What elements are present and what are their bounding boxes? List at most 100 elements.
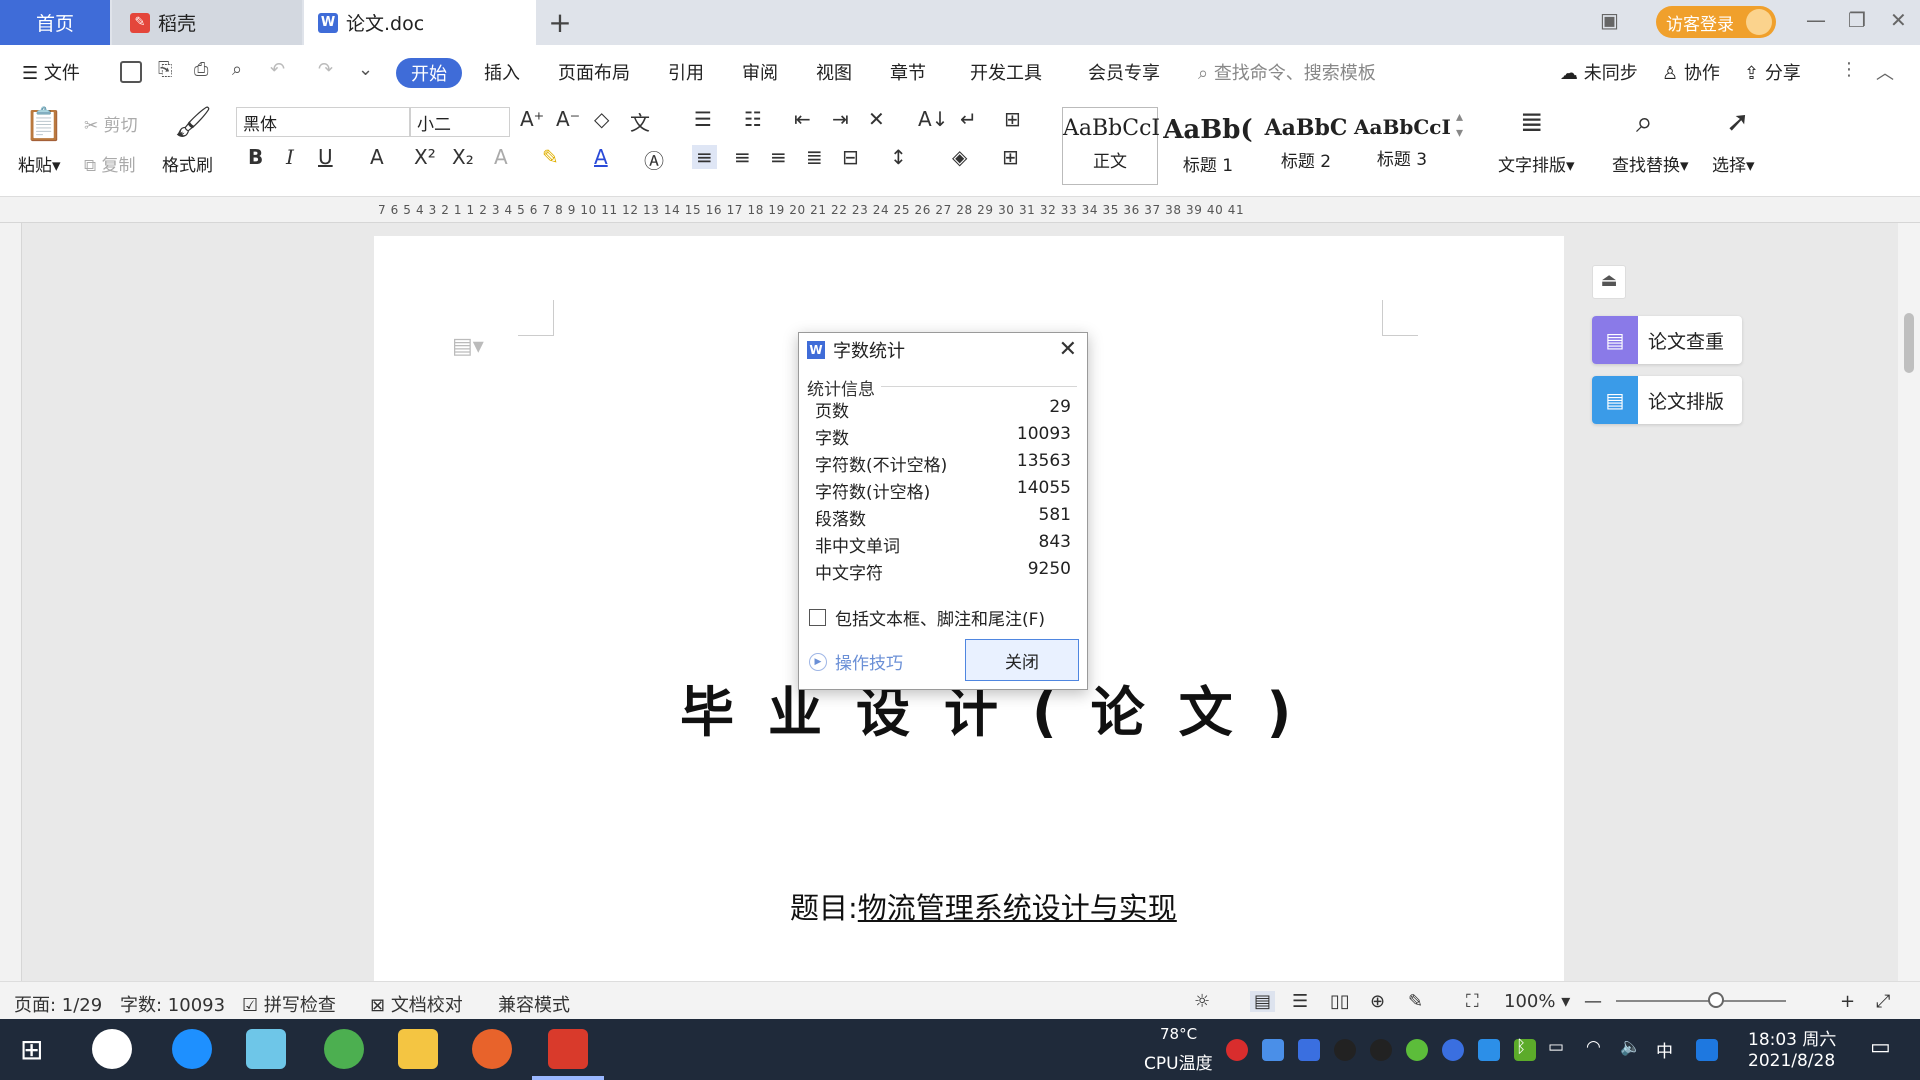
dialog-close-button[interactable]: 关闭	[965, 639, 1079, 681]
file-explorer-icon[interactable]	[398, 1029, 438, 1069]
shading-icon[interactable]: ◈	[952, 145, 967, 169]
more-icon[interactable]: ⋮	[1840, 59, 1858, 80]
tab-devtools[interactable]: 开发工具	[970, 59, 1042, 85]
font-color-icon[interactable]: A	[594, 145, 608, 169]
volume-icon[interactable]: 🔈	[1620, 1037, 1641, 1057]
tray-app-icon[interactable]	[1478, 1039, 1500, 1061]
grow-font-icon[interactable]: A⁺	[520, 107, 544, 131]
italic-icon[interactable]: I	[286, 145, 294, 169]
checkbox-box[interactable]	[809, 609, 826, 626]
align-right-icon[interactable]: ≡	[770, 145, 787, 169]
tab-daoke[interactable]: ✎ 稻壳	[112, 0, 302, 45]
border-icon[interactable]: ⊞	[1002, 145, 1019, 169]
tab-chapter[interactable]: 章节	[890, 59, 926, 85]
paste-icon[interactable]: 📋	[24, 105, 64, 143]
write-mode-icon[interactable]: ✎	[1408, 991, 1423, 1012]
qq-icon[interactable]	[1334, 1039, 1356, 1061]
strikethrough-icon[interactable]: A	[370, 145, 384, 169]
text-effect-icon[interactable]: A	[494, 145, 508, 169]
zoom-slider[interactable]	[1616, 1000, 1786, 1002]
font-family-select[interactable]: 黑体	[236, 107, 410, 137]
qq-browser-icon[interactable]	[1696, 1039, 1718, 1061]
style-heading-2[interactable]: AaBbC 标题 2	[1258, 107, 1354, 185]
scrollbar-thumb[interactable]	[1904, 313, 1914, 373]
restore-icon[interactable]: ❐	[1848, 8, 1866, 32]
shield-icon[interactable]	[1298, 1039, 1320, 1061]
zoom-slider-knob[interactable]	[1708, 992, 1724, 1008]
outline-view-icon[interactable]: ☰	[1292, 991, 1308, 1012]
clock-date[interactable]: 2021/8/28	[1748, 1051, 1835, 1071]
tab-document[interactable]: W 论文.doc	[304, 0, 536, 45]
tips-link[interactable]: ▶ 操作技巧	[809, 649, 903, 674]
tab-start[interactable]: 开始	[396, 58, 462, 88]
format-painter-small-icon[interactable]: ⎘	[158, 59, 172, 80]
new-tab-button[interactable]: +	[540, 0, 580, 45]
tray-app-icon[interactable]	[1226, 1039, 1248, 1061]
pinwheel-app-icon[interactable]	[92, 1029, 132, 1069]
zoom-out-icon[interactable]: —	[1584, 991, 1602, 1012]
justify-icon[interactable]: ≣	[806, 145, 823, 169]
wifi-icon[interactable]: ◠	[1586, 1037, 1601, 1057]
underline-icon[interactable]: U	[318, 145, 333, 169]
show-marks-icon[interactable]: ↵	[960, 107, 977, 131]
print-icon[interactable]: ⎙	[194, 59, 208, 80]
battery-icon[interactable]: ▭	[1548, 1037, 1564, 1057]
customize-toolbar-icon[interactable]: ⌄	[358, 59, 373, 80]
close-window-icon[interactable]: ✕	[1890, 8, 1907, 32]
vertical-ruler[interactable]	[0, 223, 22, 981]
paper-check-button[interactable]: ▤ 论文查重	[1592, 316, 1742, 364]
chinese-layout-icon[interactable]: ✕	[868, 107, 885, 131]
print-preview-icon[interactable]: ⌕	[232, 59, 242, 80]
numbered-list-icon[interactable]: ☷	[744, 107, 762, 131]
guest-login-button[interactable]: 访客登录	[1656, 6, 1776, 38]
paper-format-button[interactable]: ▤ 论文排版	[1592, 376, 1742, 424]
tab-member[interactable]: 会员专享	[1088, 59, 1160, 85]
paste-button[interactable]: 粘贴▾	[18, 151, 61, 176]
copy-button[interactable]: ⧉ 复制	[84, 151, 136, 176]
tab-view[interactable]: 视图	[816, 59, 852, 85]
proofread-button[interactable]: ⊠ 文档校对	[370, 991, 463, 1017]
page-indicator[interactable]: 页面: 1/29	[14, 991, 102, 1017]
file-menu[interactable]: ☰ 文件	[22, 59, 80, 85]
collab-button[interactable]: ♙ 协作	[1662, 59, 1720, 85]
style-heading-3[interactable]: AaBbCcI 标题 3	[1354, 107, 1451, 185]
tray-app-icon[interactable]	[1406, 1039, 1428, 1061]
wps-taskbar-icon[interactable]	[548, 1029, 588, 1069]
distributed-icon[interactable]: ⊟	[842, 145, 859, 169]
clock-time[interactable]: 18:03 周六	[1748, 1025, 1836, 1050]
command-search-input[interactable]: ⌕ 查找命令、搜索模板	[1198, 59, 1376, 85]
char-border-icon[interactable]: Ⓐ	[644, 145, 664, 174]
window-layout-icon[interactable]: ▣	[1600, 8, 1619, 32]
phonetic-icon[interactable]: 文	[630, 107, 650, 136]
vertical-scrollbar[interactable]	[1898, 223, 1920, 981]
select-button[interactable]: 选择▾	[1712, 151, 1755, 176]
paragraph-menu-icon[interactable]: ▤▾	[452, 334, 484, 359]
page-view-icon[interactable]: ▤	[1250, 991, 1276, 1012]
qq-icon[interactable]	[1370, 1039, 1392, 1061]
fit-page-icon[interactable]: ⛶	[1466, 991, 1479, 1012]
find-replace-button[interactable]: 查找替换▾	[1612, 151, 1689, 176]
eye-protect-icon[interactable]: ☼	[1194, 991, 1210, 1012]
sort-icon[interactable]: A↓	[918, 107, 948, 131]
bluetooth-icon[interactable]: ᛒ	[1516, 1037, 1526, 1057]
align-center-icon[interactable]: ≡	[734, 145, 751, 169]
minimize-icon[interactable]: —	[1806, 8, 1826, 32]
zoom-in-icon[interactable]: +	[1840, 991, 1855, 1012]
tab-page-layout[interactable]: 页面布局	[558, 59, 630, 85]
styles-scroll-icon[interactable]: ▴ ▾	[1456, 109, 1463, 141]
dialog-close-icon[interactable]: ✕	[1059, 337, 1077, 362]
tab-insert[interactable]: 插入	[484, 59, 520, 85]
shrink-font-icon[interactable]: A⁻	[556, 107, 580, 131]
subscript-icon[interactable]: X₂	[452, 145, 474, 169]
cut-button[interactable]: ✂ 剪切	[84, 111, 138, 136]
bold-icon[interactable]: B	[248, 145, 263, 169]
clear-format-icon[interactable]: ◇	[594, 107, 609, 131]
include-textbox-checkbox[interactable]: 包括文本框、脚注和尾注(F)	[809, 605, 1045, 630]
word-count-indicator[interactable]: 字数: 10093	[120, 991, 225, 1017]
tray-app-icon[interactable]	[1262, 1039, 1284, 1061]
orange-app-icon[interactable]	[472, 1029, 512, 1069]
superscript-icon[interactable]: X²	[414, 145, 436, 169]
tray-app-icon[interactable]	[1442, 1039, 1464, 1061]
undo-icon[interactable]: ↶	[270, 59, 285, 80]
style-normal[interactable]: AaBbCcI 正文	[1062, 107, 1160, 185]
